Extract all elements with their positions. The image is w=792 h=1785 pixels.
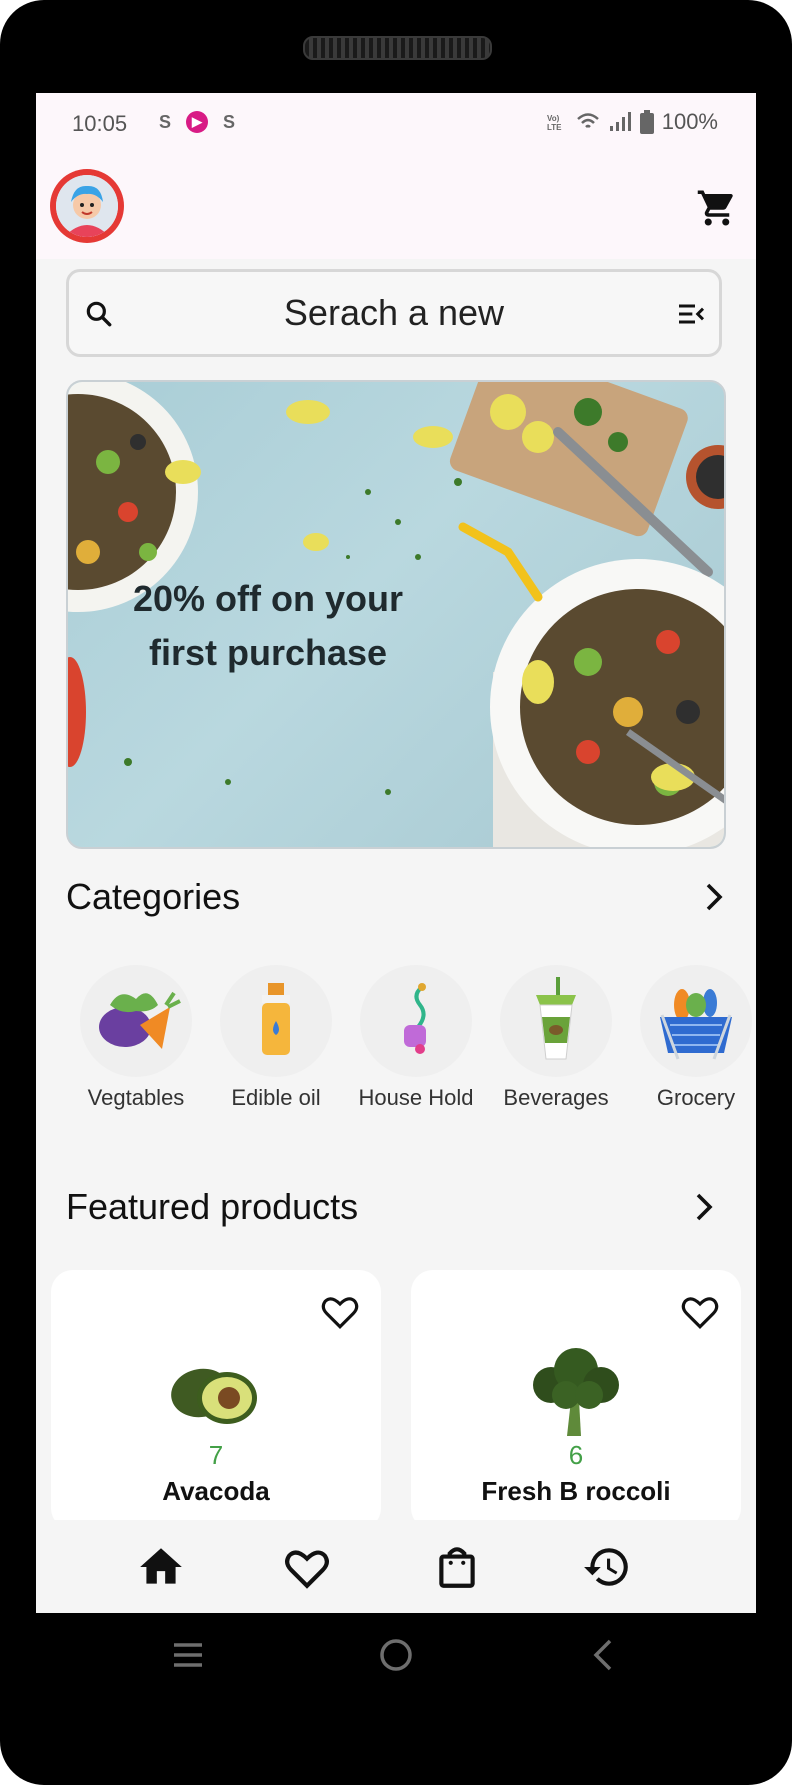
banner-promo-text: 20% off on your first purchase — [118, 572, 418, 680]
status-system-icons: Vo) LTE 100% — [546, 109, 718, 135]
banner-line-2: first purchase — [148, 632, 388, 673]
banner-line-1: 20% off on your — [132, 578, 404, 619]
search-bar[interactable]: Serach a new — [66, 269, 722, 357]
category-label: Vegtables — [87, 1085, 185, 1110]
heart-icon[interactable] — [282, 1542, 332, 1592]
svg-text:Vo): Vo) — [547, 114, 560, 123]
category-label: House Hold — [358, 1085, 474, 1110]
s-icon: S — [222, 112, 235, 132]
vegetables-icon — [80, 965, 192, 1077]
home-icon[interactable] — [136, 1542, 186, 1592]
filter-menu-icon[interactable] — [675, 298, 707, 330]
favorite-heart-icon[interactable] — [319, 1290, 361, 1332]
product-name: Avacoda — [162, 1476, 270, 1506]
category-grocery[interactable]: Grocery — [626, 965, 756, 1111]
pink-app-icon: ▶ — [186, 111, 208, 133]
svg-text:LTE: LTE — [547, 123, 562, 132]
s-icon: S — [158, 112, 171, 132]
category-vegetables[interactable]: Vegtables — [66, 965, 206, 1111]
menu-icon[interactable] — [168, 1635, 208, 1675]
avatar[interactable] — [50, 169, 124, 243]
category-label: Edible oil — [231, 1085, 321, 1110]
status-notification-icons: S ▶ S — [154, 111, 240, 133]
bottom-navigation — [36, 1520, 756, 1613]
back-icon[interactable] — [584, 1635, 624, 1675]
favorite-heart-icon[interactable] — [679, 1290, 721, 1332]
category-beverages[interactable]: Beverages — [486, 965, 626, 1111]
avatar-icon — [56, 175, 118, 237]
home-circle-icon[interactable] — [376, 1635, 416, 1675]
product-quantity: 7 — [208, 1440, 224, 1470]
volte-icon: Vo) LTE — [547, 114, 562, 132]
promo-banner[interactable]: 20% off on your first purchase — [66, 380, 726, 849]
category-label: Beverages — [503, 1085, 609, 1110]
categories-chevron-right-icon[interactable] — [696, 879, 732, 915]
battery-icon — [639, 110, 654, 134]
category-label: Grocery — [656, 1085, 736, 1110]
broccoli-image — [521, 1340, 631, 1436]
product-name: Fresh B roccoli — [481, 1476, 671, 1506]
product-card-broccoli[interactable]: 6 Fresh B roccoli — [411, 1270, 741, 1530]
product-quantity: 6 — [568, 1440, 584, 1470]
status-time: 10:05 — [72, 111, 128, 136]
drink-cup-icon — [500, 965, 612, 1077]
category-edible-oil[interactable]: Edible oil — [206, 965, 346, 1111]
category-house-hold[interactable]: House Hold — [346, 965, 486, 1111]
featured-products-title: Featured products — [66, 1186, 359, 1227]
app-screen: 10:05 S ▶ S Vo) LTE 100% Serach a new 20… — [36, 93, 756, 1613]
wifi-icon — [576, 113, 599, 128]
search-icon[interactable] — [83, 298, 115, 330]
avocado-image — [161, 1348, 271, 1438]
cart-icon[interactable] — [696, 187, 738, 229]
history-icon[interactable] — [582, 1542, 632, 1592]
featured-chevron-right-icon[interactable] — [686, 1189, 722, 1225]
product-card-avocado[interactable]: 7 Avacoda — [51, 1270, 381, 1530]
status-bar: 10:05 S ▶ S Vo) LTE 100% — [36, 93, 756, 153]
signal-icon — [609, 112, 631, 131]
system-navigation-bar — [36, 1613, 756, 1703]
bag-icon[interactable] — [432, 1542, 482, 1592]
battery-percent: 100% — [661, 109, 718, 134]
app-bar — [36, 153, 756, 259]
phone-speaker — [303, 36, 492, 60]
categories-title: Categories — [66, 876, 241, 917]
phone-frame: 10:05 S ▶ S Vo) LTE 100% Serach a new 20… — [0, 0, 792, 1785]
vacuum-icon — [360, 965, 472, 1077]
basket-icon — [640, 965, 752, 1077]
search-input[interactable]: Serach a new — [129, 292, 659, 334]
oil-bottle-icon — [220, 965, 332, 1077]
